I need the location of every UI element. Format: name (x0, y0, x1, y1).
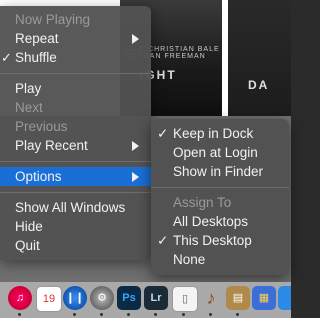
previous-label: Previous (15, 119, 68, 134)
menu-item-play[interactable]: Play (0, 79, 151, 98)
repeat-label: Repeat (15, 31, 59, 46)
system-preferences-icon[interactable]: ⚙ (90, 286, 114, 310)
running-indicator (18, 313, 21, 316)
poster2-title-text: DA (248, 78, 270, 92)
menu-item-shuffle[interactable]: ✓ Shuffle (0, 48, 151, 67)
next-label: Next (15, 100, 43, 115)
open-at-login-label: Open at Login (173, 145, 258, 160)
all-desktops-label: All Desktops (173, 214, 249, 229)
now-playing-label: Now Playing (15, 12, 91, 27)
submenu-item-show-in-finder[interactable]: Show in Finder (151, 162, 289, 181)
hide-label: Hide (15, 219, 43, 234)
assign-to-label: Assign To (173, 195, 232, 210)
menu-item-quit[interactable]: Quit (0, 236, 151, 255)
submenu-item-none[interactable]: None (151, 250, 289, 269)
show-all-windows-label: Show All Windows (15, 200, 126, 215)
photoshop-label: Ps (122, 292, 136, 304)
checkmark-icon: ✓ (1, 50, 12, 65)
play-recent-label: Play Recent (15, 138, 88, 153)
lightroom-icon[interactable]: Lr (144, 286, 168, 310)
running-indicator (236, 313, 239, 316)
running-indicator (154, 313, 157, 316)
document-icon[interactable]: ▯ (172, 286, 198, 312)
itunes-icon[interactable]: ♫ (8, 286, 32, 310)
submenu-arrow-icon (132, 34, 139, 44)
menu-separator (0, 192, 151, 193)
running-indicator (127, 313, 130, 316)
submenu-item-all-desktops[interactable]: All Desktops (151, 212, 289, 231)
keep-in-dock-label: Keep in Dock (173, 126, 254, 141)
submenu-separator (151, 187, 289, 188)
running-indicator (209, 313, 212, 316)
album-art-poster-2: DA (228, 0, 291, 116)
notebook-icon[interactable]: ▤ (226, 286, 250, 310)
menu-item-show-all-windows[interactable]: Show All Windows (0, 198, 151, 217)
finder-edge-icon[interactable] (278, 286, 291, 310)
show-in-finder-label: Show in Finder (173, 164, 264, 179)
checkmark-icon: ✓ (157, 233, 169, 248)
menu-item-repeat[interactable]: Repeat (0, 29, 151, 48)
calendar-icon[interactable]: 19 (36, 286, 62, 312)
photoshop-icon[interactable]: Ps (117, 286, 141, 310)
submenu-item-open-at-login[interactable]: Open at Login (151, 143, 289, 162)
checkmark-icon: ✓ (157, 126, 169, 141)
dock-context-menu: Now Playing Repeat ✓ Shuffle Play Next P… (0, 6, 151, 260)
menu-separator (0, 73, 151, 74)
menu-item-play-recent[interactable]: Play Recent (0, 136, 151, 155)
menu-item-next: Next (0, 98, 151, 117)
shuffle-label: Shuffle (15, 50, 57, 65)
this-desktop-label: This Desktop (173, 233, 252, 248)
quit-label: Quit (15, 238, 40, 253)
running-indicator (73, 313, 76, 316)
submenu-item-keep-in-dock[interactable]: ✓ Keep in Dock (151, 124, 289, 143)
guitar-icon[interactable]: ♪ (199, 286, 223, 310)
submenu-item-this-desktop[interactable]: ✓ This Desktop (151, 231, 289, 250)
options-label: Options (15, 169, 62, 184)
submenu-arrow-icon (132, 141, 139, 151)
menu-separator (0, 161, 151, 162)
options-submenu: ✓ Keep in Dock Open at Login Show in Fin… (151, 119, 289, 275)
chart-app-icon[interactable]: ▦ (252, 286, 276, 310)
play-label: Play (15, 81, 42, 96)
dock: ♫ 19 ❙❙ ⚙ Ps Lr ▯ ♪ ▤ ▦ (0, 282, 291, 318)
running-indicator (182, 313, 185, 316)
lightroom-label: Lr (150, 292, 162, 304)
menu-item-hide[interactable]: Hide (0, 217, 151, 236)
running-indicator (100, 313, 103, 316)
calendar-day: 19 (42, 293, 56, 305)
menu-item-now-playing: Now Playing (0, 10, 151, 29)
none-label: None (173, 252, 206, 267)
menu-item-previous: Previous (0, 117, 151, 136)
menu-item-options[interactable]: Options (0, 167, 151, 186)
submenu-item-assign-to: Assign To (151, 193, 289, 212)
submenu-arrow-icon (132, 172, 139, 182)
1password-icon[interactable]: ❙❙ (63, 286, 87, 310)
